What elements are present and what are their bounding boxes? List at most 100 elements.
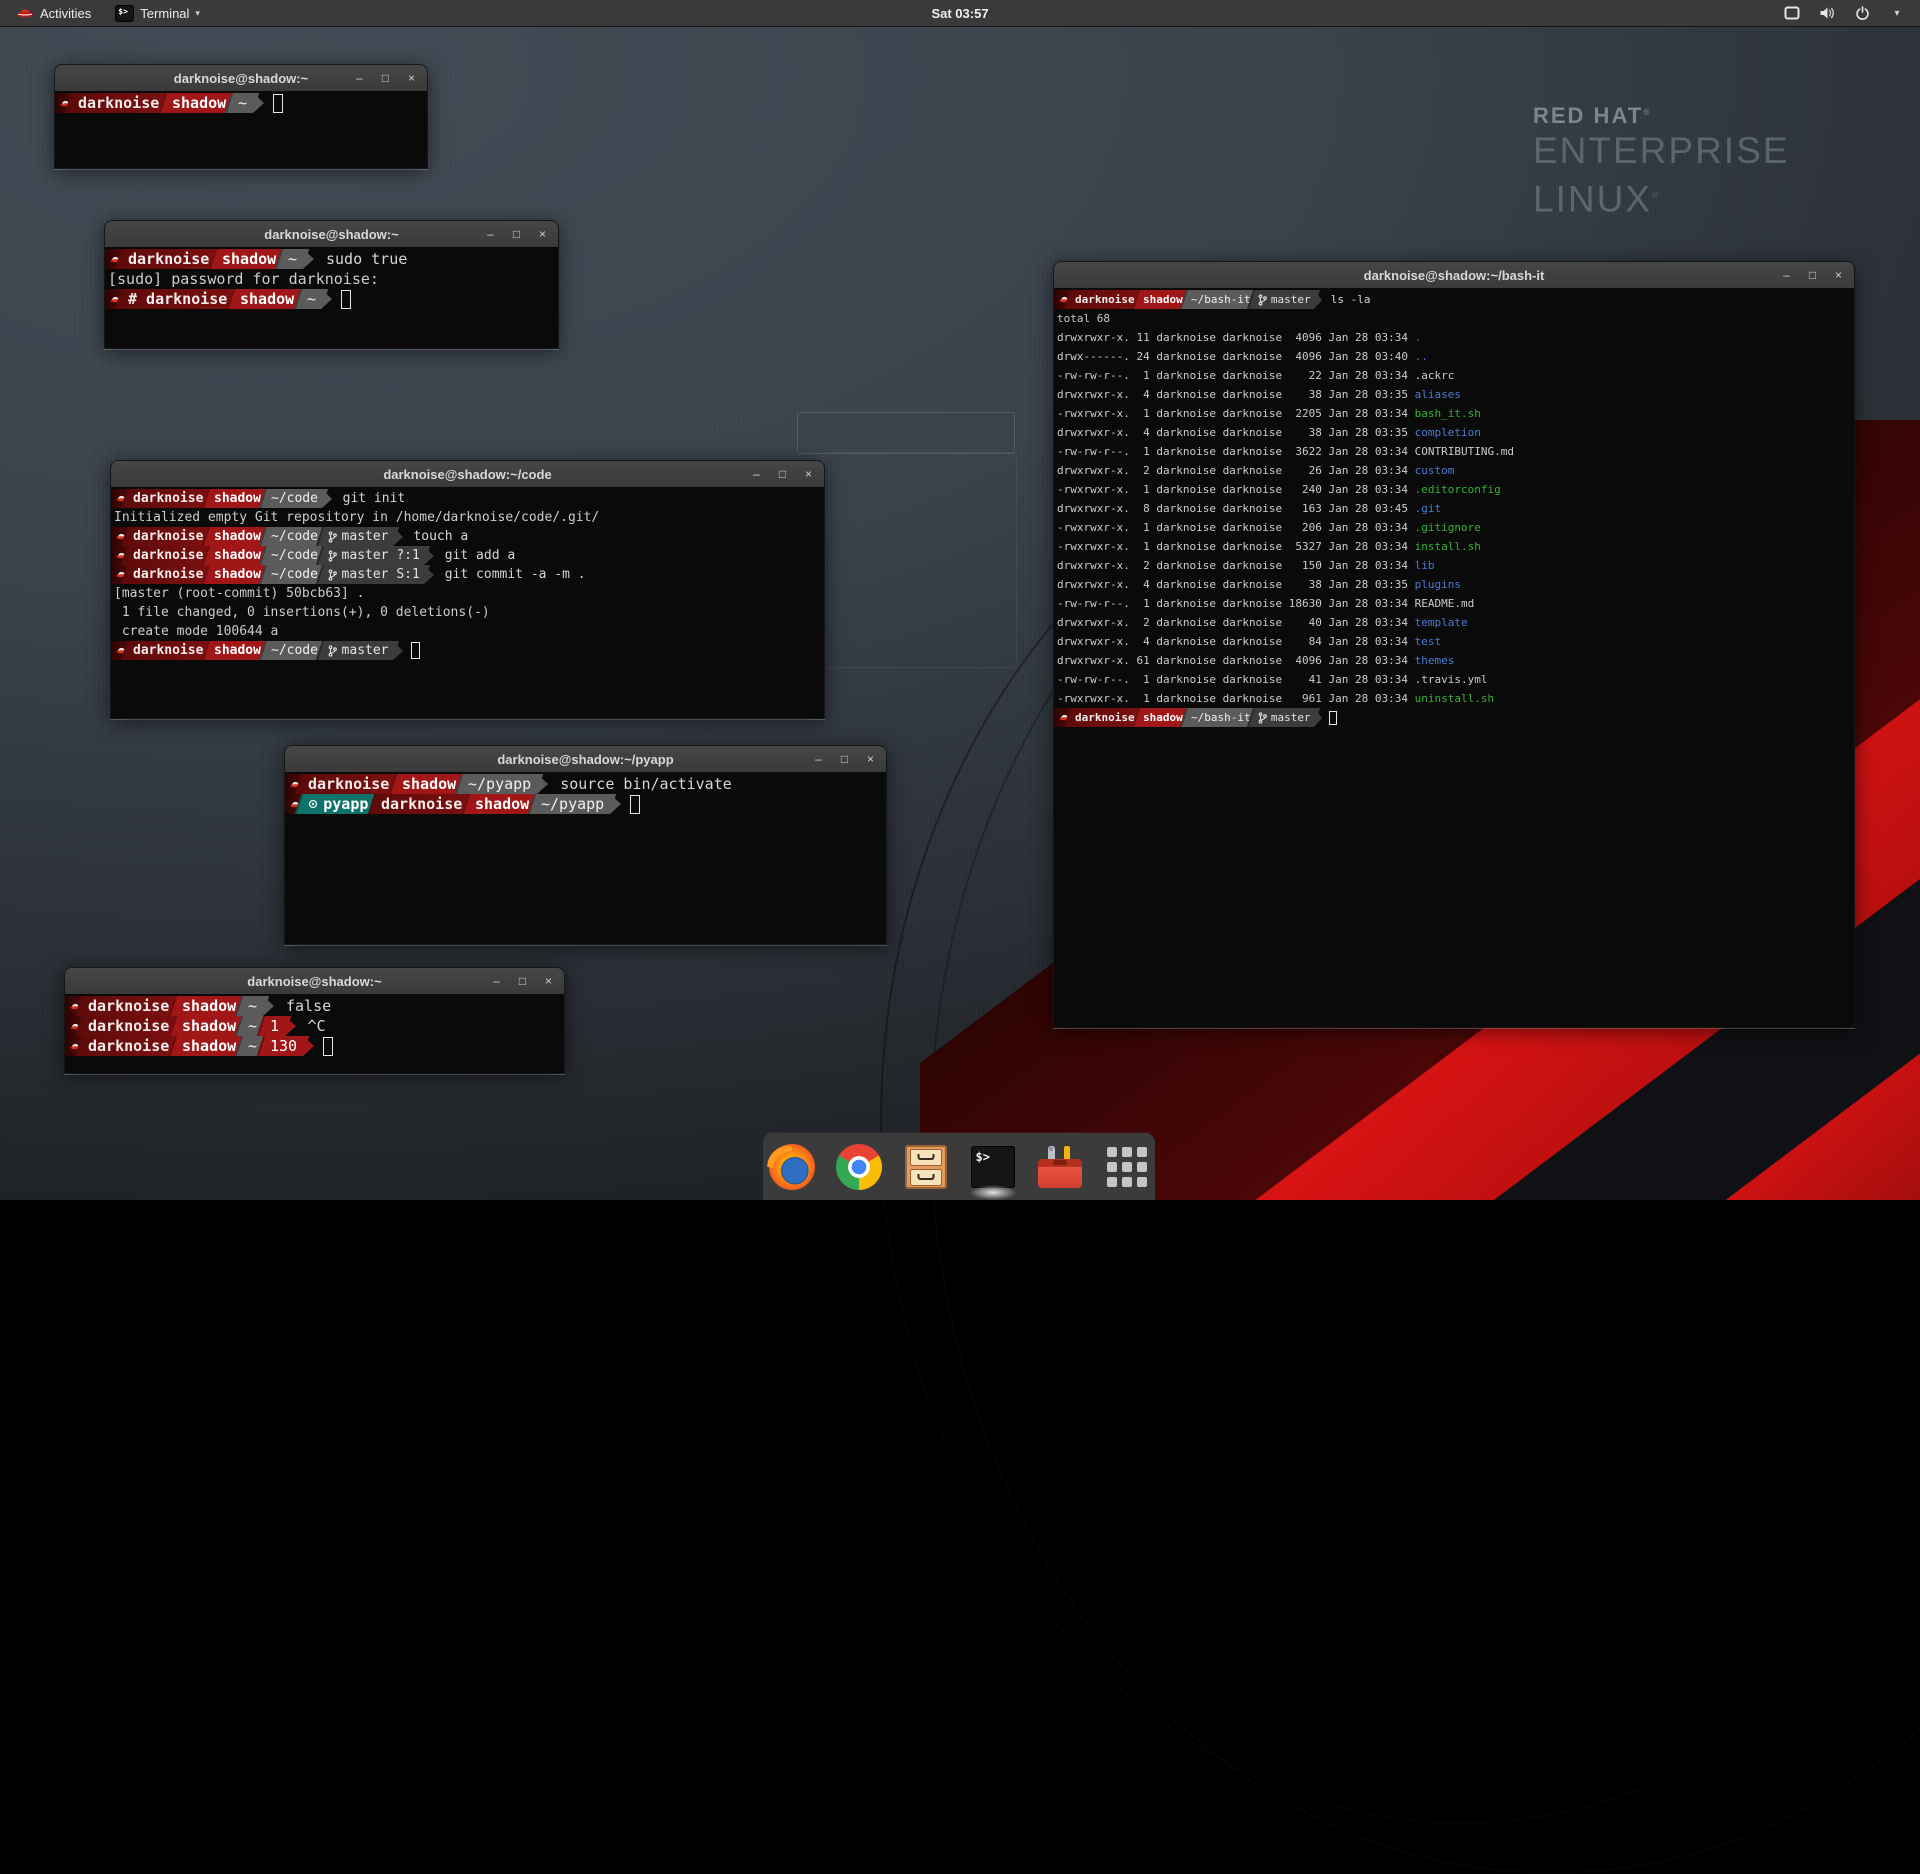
close-button[interactable]: × (542, 975, 555, 987)
file-list-row: -rwxrwxr-x. 1 darknoise darknoise 2205 J… (1054, 404, 1854, 423)
dock-item-firefox[interactable] (767, 1142, 817, 1192)
file-list-row: drwxrwxr-x. 2 darknoise darknoise 26 Jan… (1054, 461, 1854, 480)
terminal-prompt-line: darknoiseshadow~/codegit init (111, 489, 824, 508)
terminal-content[interactable]: darknoiseshadow~/codegit initInitialized… (111, 487, 824, 718)
terminal-prompt-line: darknoiseshadow~/codemaster ?:1git add a (111, 546, 824, 565)
dock-item-chrome[interactable] (834, 1142, 884, 1192)
close-button[interactable]: × (536, 228, 549, 240)
file-name: uninstall.sh (1415, 692, 1494, 705)
file-list-row: drwxrwxr-x. 2 darknoise darknoise 150 Ja… (1054, 556, 1854, 575)
window-titlebar[interactable]: darknoise@shadow:~/pyapp–□× (285, 746, 886, 773)
close-button[interactable]: × (405, 72, 418, 84)
minimize-button[interactable]: – (484, 228, 497, 240)
prompt-user-segment: darknoise (75, 996, 181, 1016)
chrome-icon (836, 1144, 882, 1190)
terminal-window[interactable]: darknoise@shadow:~/pyapp–□×darknoiseshad… (284, 745, 887, 945)
screen-icon (1783, 4, 1801, 22)
terminal-prompt-line: darknoiseshadow~1^C (65, 1016, 564, 1036)
terminal-window[interactable]: darknoise@shadow:~/bash-it–□×darknoisesh… (1053, 261, 1855, 1028)
show-applications-icon (1107, 1147, 1147, 1187)
terminal-prompt-line: darknoiseshadow~/bash-itmaster (1054, 708, 1854, 727)
dock-item-toolbox[interactable] (1035, 1142, 1085, 1192)
terminal-content[interactable]: darknoiseshadow~/bash-itmasterls -latota… (1054, 288, 1854, 1027)
terminal-output-line: create mode 100644 a (111, 622, 824, 641)
dock-item-show-applications[interactable] (1102, 1142, 1152, 1192)
maximize-button[interactable]: □ (510, 228, 523, 240)
terminal-icon: $> (115, 5, 134, 22)
dock-item-terminal[interactable]: $> (968, 1142, 1018, 1192)
close-button[interactable]: × (802, 468, 815, 480)
minimize-button[interactable]: – (353, 72, 366, 84)
dock: $> (763, 1133, 1155, 1200)
close-button[interactable]: × (1832, 269, 1845, 281)
terminal-content[interactable]: darknoiseshadow~falsedarknoiseshadow~1^C… (65, 994, 564, 1073)
file-name: bash_it.sh (1415, 407, 1481, 420)
file-list-row: -rwxrwxr-x. 1 darknoise darknoise 206 Ja… (1054, 518, 1854, 537)
file-manager-icon (905, 1145, 947, 1189)
terminal-prompt-line: # darknoiseshadow~ (105, 289, 558, 309)
terminal-content[interactable]: darknoiseshadow~sudo true[sudo] password… (105, 247, 558, 348)
file-name: lib (1415, 559, 1435, 572)
maximize-button[interactable]: □ (776, 468, 789, 480)
terminal-window[interactable]: darknoise@shadow:~–□×darknoiseshadow~ (54, 64, 428, 169)
app-menu-label: Terminal (140, 6, 189, 21)
dock-item-files[interactable] (901, 1142, 951, 1192)
terminal-prompt-line: darknoiseshadow~false (65, 996, 564, 1016)
file-name: CONTRIBUTING.md (1415, 445, 1514, 458)
rhel-logo-enterprise: ENTERPRISE (1533, 129, 1789, 173)
file-list-meta: drwxrwxr-x. 4 darknoise darknoise 84 Jan… (1057, 635, 1415, 648)
terminal-window[interactable]: darknoise@shadow:~/code – □ × darknoiseshado… (110, 460, 825, 719)
git-branch-icon (1258, 712, 1267, 724)
prompt-user-segment: darknoise (65, 93, 171, 113)
window-titlebar[interactable]: darknoise@shadow:~/code – □ × (111, 461, 824, 488)
file-list-meta: -rwxrwxr-x. 1 darknoise darknoise 2205 J… (1057, 407, 1415, 420)
window-titlebar[interactable]: darknoise@shadow:~–□× (105, 221, 558, 248)
git-branch-icon (328, 550, 337, 562)
minimize-button[interactable]: – (1780, 269, 1793, 281)
prompt-user-segment: darknoise (121, 546, 214, 565)
window-controls: – □ × (353, 65, 418, 91)
file-list-meta: drwxrwxr-x. 4 darknoise darknoise 38 Jan… (1057, 578, 1415, 591)
desktop: RED HAT® ENTERPRISE LINUX® Activities $>… (0, 0, 1920, 1200)
file-name: .git (1415, 502, 1442, 515)
minimize-button[interactable]: – (812, 753, 825, 765)
terminal-content[interactable]: darknoiseshadow~ (55, 91, 427, 168)
terminal-prompt-line: pyappdarknoiseshadow~/pyapp (285, 794, 886, 814)
prompt-user-segment: darknoise (121, 565, 214, 584)
window-titlebar[interactable]: darknoise@shadow:~–□× (55, 65, 427, 92)
file-list-meta: -rw-rw-r--. 1 darknoise darknoise 3622 J… (1057, 445, 1415, 458)
maximize-button[interactable]: □ (838, 753, 851, 765)
file-list-meta: -rwxrwxr-x. 1 darknoise darknoise 240 Ja… (1057, 483, 1415, 496)
prompt-venv-segment: pyapp (295, 794, 380, 814)
chevron-down-icon: ▾ (1888, 4, 1906, 22)
file-name: .editorconfig (1415, 483, 1501, 496)
clock[interactable]: Sat 03:57 (931, 6, 988, 21)
terminal-window[interactable]: darknoise@shadow:~–□×darknoiseshadow~fal… (64, 967, 565, 1074)
minimize-button[interactable]: – (490, 975, 503, 987)
window-titlebar[interactable]: darknoise@shadow:~–□× (65, 968, 564, 995)
prompt-git-segment: master (1247, 290, 1320, 309)
terminal-content[interactable]: darknoiseshadow~/pyappsource bin/activat… (285, 772, 886, 944)
status-area[interactable]: ▾ (1783, 4, 1920, 22)
terminal-cursor (273, 94, 283, 113)
minimize-button[interactable]: – (750, 468, 763, 480)
file-name: plugins (1415, 578, 1461, 591)
window-title: darknoise@shadow:~/code (383, 467, 551, 482)
activities-button[interactable]: Activities (8, 0, 99, 26)
command-text: git commit -a -m . (445, 565, 586, 584)
window-titlebar[interactable]: darknoise@shadow:~/bash-it–□× (1054, 262, 1854, 289)
window-controls: – □ × (812, 746, 877, 772)
app-menu-terminal[interactable]: $> Terminal ▾ (107, 0, 208, 26)
command-text: git init (343, 489, 406, 508)
terminal-prompt-line: darknoiseshadow~/codemaster S:1git commi… (111, 565, 824, 584)
close-button[interactable]: × (864, 753, 877, 765)
terminal-prompt-line: darknoiseshadow~130 (65, 1036, 564, 1056)
file-list-row: drwxrwxr-x. 4 darknoise darknoise 84 Jan… (1054, 632, 1854, 651)
maximize-button[interactable]: □ (379, 72, 392, 84)
terminal-window[interactable]: darknoise@shadow:~–□×darknoiseshadow~sud… (104, 220, 559, 349)
terminal-output-line: Initialized empty Git repository in /hom… (111, 508, 824, 527)
maximize-button[interactable]: □ (1806, 269, 1819, 281)
maximize-button[interactable]: □ (516, 975, 529, 987)
command-text: ^C (308, 1016, 326, 1036)
file-list-row: -rw-rw-r--. 1 darknoise darknoise 3622 J… (1054, 442, 1854, 461)
